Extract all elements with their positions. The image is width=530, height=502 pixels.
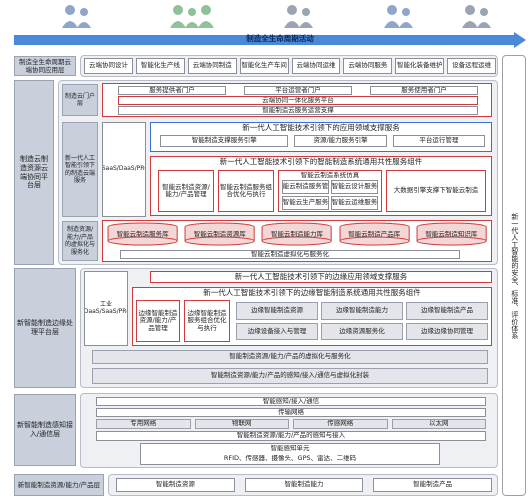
bottom-label: 新智能制造资源/能力/产品层 (14, 474, 104, 496)
portal-sub2: 智能制造云服务运营支撑 (118, 106, 478, 115)
perception-label: 新智能制造感知接入/通信层 (14, 394, 76, 466)
virt-label: 制造资源/能力/产品的虚拟化与服务化 (62, 221, 98, 261)
cloud-iaas: IaaS/PaaS/SaaS/DaaS/PROaaS/CaaS (102, 122, 146, 217)
sub-item[interactable]: 智能云生产服务 (282, 196, 329, 210)
net-item[interactable]: 专用网络 (96, 419, 191, 429)
ai-top-title: 新一代人工智能技术引领下的应用领域支撑服务 (242, 123, 400, 132)
middle-item-3[interactable]: 大数据引擎支撑下智能云制造 (386, 170, 486, 212)
edge-grid-item[interactable]: 边缘智能制造产品 (406, 302, 488, 320)
middle-item-1[interactable]: 智能云制造服务组合优化与执行 (218, 170, 274, 212)
edge-top: 新一代人工智能技术引领下的边缘应用领域支撑服务 (150, 271, 492, 283)
edge-grid-item[interactable]: 边缘设备接入与管理 (236, 322, 318, 340)
perception-access: 智能制造资源/能力/产品的感知与接入 (96, 431, 486, 441)
edge-label: 新智能制造边缘处理平台层 (14, 268, 76, 388)
portal-operator[interactable]: 平台运营者门户 (244, 86, 352, 95)
middle-item-0[interactable]: 智能云制造资源/能力/产品管理 (158, 170, 214, 212)
edge-grid-item[interactable]: 边缘资源服务化 (321, 322, 403, 340)
bottom-item[interactable]: 智能制造资源 (116, 478, 235, 492)
app-item[interactable]: 云端协同服务 (343, 58, 393, 74)
edge-box-1[interactable]: 边缘智能制造服务组合优化与执行 (184, 300, 230, 342)
cylinder: 智能云制造资源库 (183, 222, 256, 248)
portal-provider[interactable]: 服务提供者门户 (118, 86, 226, 95)
portal-items: 服务提供者门户 平台运营者门户 服务使用者门户 (118, 86, 478, 95)
ai-top-row: 智能制造支撑服务引擎 资源/能力服务引擎 平台运行管理 (160, 135, 485, 147)
ai-support-engine[interactable]: 智能制造支撑服务引擎 (160, 135, 289, 147)
cylinder-footer: 智能云制造虚拟化与服务化 (120, 250, 460, 259)
edge-middle-title: 新一代人工智能技术引领下的边缘智能制造系统通用共性服务组件 (203, 288, 421, 297)
people-icons (60, 2, 500, 32)
ai-platform-run[interactable]: 平台运行管理 (392, 135, 485, 147)
portal-label: 制造云门户层 (62, 84, 98, 116)
net-item[interactable]: 物联网 (194, 419, 289, 429)
cylinder: 智能云制造产品库 (338, 222, 411, 248)
edge-row1: 智能制造资源/能力/产品的虚拟化与服务化 (92, 350, 488, 364)
cylinder: 智能云制造知识库 (415, 222, 488, 248)
edge-box-0[interactable]: 边缘智能制造资源/能力/产品管理 (136, 300, 180, 342)
app-layer-items: 云端协同设计 智能化生产线 云端协同制造 智能化生产车间 云端协同运维 云端协同… (84, 58, 496, 74)
bottom-items: 智能制造资源 智能制造能力 智能制造产品 (116, 478, 493, 492)
ai-resource-engine[interactable]: 资源/能力服务引擎 (294, 135, 387, 147)
app-item[interactable]: 设备远程运维 (447, 58, 496, 74)
sensors-title: 智能感知单元 (270, 445, 310, 452)
cylinder: 智能云制造服务库 (106, 222, 179, 248)
perception-nets: 专用网络 物联网 传感网络 以太网 (96, 419, 486, 429)
edge-iaas: 工业IaaS/PaaS/DaaS/SaaS/PROaaS/CaaS (84, 271, 128, 346)
edge-row2: 智能制造资源/能力/产品的感知/接入/通信与虚拟化封装 (92, 368, 488, 384)
cylinders: 智能云制造服务库 智能云制造资源库 智能云制造能力库 智能云制造产品库 智能云制… (106, 222, 488, 248)
portal-user[interactable]: 服务使用者门户 (370, 86, 478, 95)
edge-grid-item[interactable]: 边缘智能制造资源 (236, 302, 318, 320)
app-item[interactable]: 云端协同运维 (291, 58, 341, 74)
sub-item[interactable]: 智能云运维服务 (331, 196, 378, 210)
net-item[interactable]: 传感网络 (293, 419, 388, 429)
app-layer-label: 制造全生命周期云端协同应用层 (14, 56, 76, 76)
perception-net: 传输网络 (96, 408, 486, 417)
bottom-item[interactable]: 智能制造能力 (244, 478, 364, 492)
side-label: 新一代人工智能的安全、标准、评价体系 (510, 212, 519, 339)
bottom-item[interactable]: 智能制造产品 (373, 478, 493, 492)
sub-item[interactable]: 智能云设计服务 (331, 180, 378, 194)
sub-items: 智能云制造服务管理 智能云设计服务 智能云生产服务 智能云运维服务 (282, 180, 378, 210)
portal-sub1: 云端协同一体化服务平台 (118, 96, 478, 105)
sensors-list: RFID、传感器、摄像头、GPS、雷达、二维码 (223, 455, 357, 462)
middle-title: 新一代人工智能技术引领下的智能制造系统通用共性服务组件 (219, 157, 423, 166)
support-label: 新一代人工智能引领下的制造云端服务 (62, 122, 98, 217)
cloud-platform-label: 制造云制造资源云端协同平台层 (14, 80, 54, 265)
app-item[interactable]: 智能化生产线 (135, 58, 185, 74)
lifecycle-label: 制造全生命周期活动 (246, 34, 314, 43)
net-item[interactable]: 以太网 (391, 419, 486, 429)
middle-item-2-title: 智能云制造系统仿真 (300, 172, 360, 179)
perception-top: 智能感知/接入/通信 (96, 397, 486, 406)
app-item[interactable]: 云端协同设计 (84, 58, 133, 74)
app-item[interactable]: 智能化装备维护 (395, 58, 445, 74)
edge-grid-item[interactable]: 边缘边缘协同管理 (406, 322, 488, 340)
sub-item[interactable]: 智能云制造服务管理 (282, 180, 329, 194)
app-item[interactable]: 云端协同制造 (187, 58, 237, 74)
cylinder: 智能云制造能力库 (260, 222, 333, 248)
app-item[interactable]: 智能化生产车间 (239, 58, 289, 74)
edge-grid: 边缘智能制造资源 边缘智能制造能力 边缘智能制造产品 边缘设备接入与管理 边缘资… (236, 302, 488, 340)
edge-grid-item[interactable]: 边缘智能制造能力 (321, 302, 403, 320)
